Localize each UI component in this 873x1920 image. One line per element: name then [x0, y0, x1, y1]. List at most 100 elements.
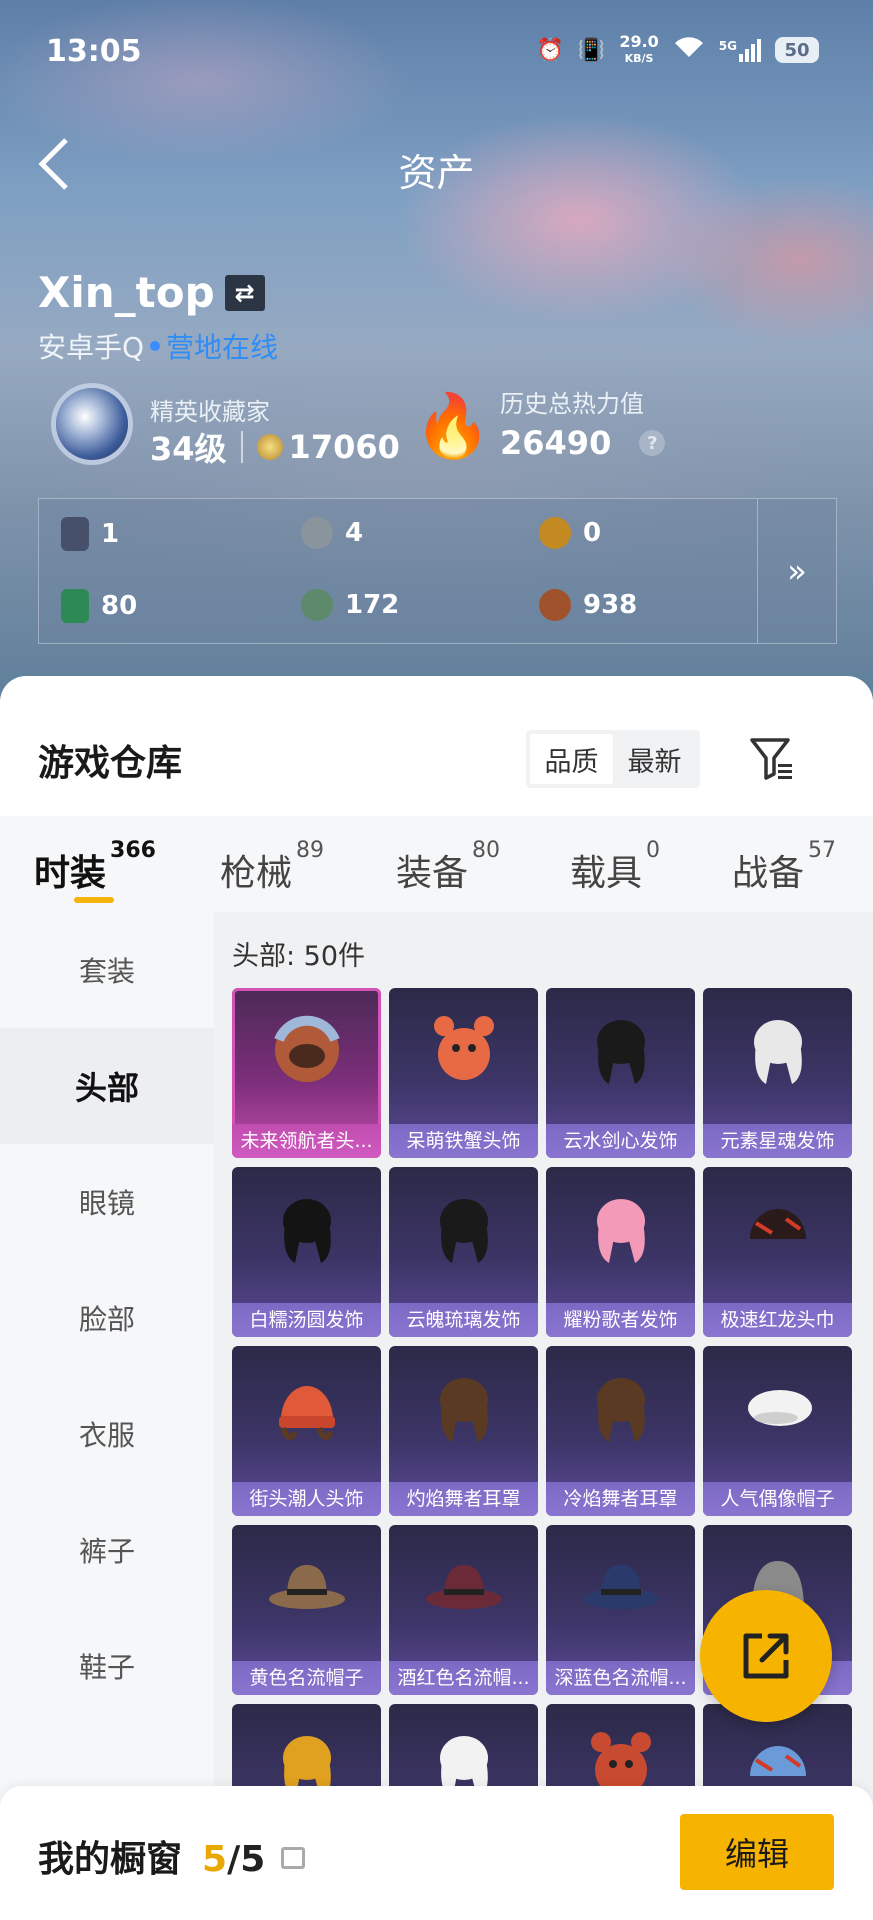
tab-fashion[interactable]: 时装366 — [34, 838, 156, 896]
item-name: 人气偶像帽子 — [703, 1482, 852, 1516]
item-card[interactable]: 冷焰舞者耳罩 — [546, 1346, 695, 1516]
item-card[interactable]: 人气偶像帽子 — [703, 1346, 852, 1516]
sort-option-latest[interactable]: 最新 — [613, 734, 696, 784]
sidebar-item-glasses[interactable]: 眼镜 — [0, 1144, 214, 1260]
status-time: 13:05 — [46, 34, 142, 69]
online-dot — [150, 341, 161, 351]
item-card[interactable]: 深蓝色名流帽... — [546, 1525, 695, 1695]
sort-toggle: 品质 最新 — [526, 730, 700, 788]
edit-button[interactable]: 编辑 — [680, 1814, 834, 1890]
stat-item: 172 — [301, 589, 399, 621]
help-icon[interactable]: ? — [639, 430, 666, 456]
tab-weapons[interactable]: 枪械89 — [220, 838, 324, 896]
item-card[interactable]: 灼焰舞者耳罩 — [389, 1346, 538, 1516]
signal-icon: 5G — [719, 38, 761, 62]
item-card[interactable]: 云水剑心发饰 — [546, 988, 695, 1158]
account-subline: 安卓手Q 营地在线 — [38, 331, 279, 364]
item-thumbnail — [268, 1565, 345, 1609]
item-thumbnail — [596, 1378, 645, 1442]
rank-value: 34级 17060 — [150, 428, 400, 468]
sort-option-quality[interactable]: 品质 — [530, 734, 613, 784]
sidebar-item-head[interactable]: 头部 — [0, 1028, 214, 1144]
lock-icon — [281, 1847, 306, 1869]
item-card[interactable]: 白糯汤圆发饰 — [232, 1167, 381, 1337]
showcase-count: 5/5 — [202, 1839, 306, 1880]
item-name: 灼焰舞者耳罩 — [389, 1482, 538, 1516]
item-card[interactable]: 黄色名流帽子 — [232, 1525, 381, 1695]
flame-icon: 🔥 — [414, 389, 492, 462]
stat-item: 0 — [539, 517, 601, 549]
item-thumbnail — [596, 1020, 645, 1084]
item-thumbnail — [425, 1565, 502, 1609]
item-count: 头部: 50件 — [232, 941, 366, 972]
item-card[interactable]: 呆萌铁蟹头饰 — [389, 988, 538, 1158]
wifi-icon — [673, 35, 705, 65]
item-name: 街头潮人头饰 — [232, 1482, 381, 1516]
item-thumbnail — [439, 1378, 488, 1442]
item-thumbnail — [747, 1390, 812, 1426]
item-card[interactable]: 元素星魂发饰 — [703, 988, 852, 1158]
green-card-icon — [61, 589, 89, 623]
item-thumbnail — [582, 1565, 659, 1609]
warehouse-sheet: 游戏仓库 品质 最新 时装366 枪械89 装备80 载具0 战备57 套装 头… — [0, 676, 873, 1920]
vibrate-icon: 📳 — [577, 37, 606, 63]
item-thumbnail — [433, 1016, 494, 1080]
tab-vehicles[interactable]: 载具0 — [570, 838, 660, 896]
active-tab-indicator — [74, 897, 114, 903]
item-card[interactable]: 未来领航者头... — [232, 988, 381, 1158]
username: Xin_top ⇄ — [38, 268, 265, 317]
warehouse-title: 游戏仓库 — [38, 743, 183, 784]
page-title: 资产 — [398, 151, 475, 195]
item-name: 云水剑心发饰 — [546, 1124, 695, 1158]
share-button[interactable] — [700, 1590, 832, 1722]
card-icon — [61, 517, 89, 551]
category-sidebar: 套装 头部 眼镜 脸部 衣服 裤子 鞋子 — [0, 912, 214, 1920]
sidebar-item-pants[interactable]: 裤子 — [0, 1492, 214, 1608]
sidebar-item-face[interactable]: 脸部 — [0, 1260, 214, 1376]
item-card[interactable]: 极速红龙头巾 — [703, 1167, 852, 1337]
sidebar-item-shoes[interactable]: 鞋子 — [0, 1608, 214, 1724]
item-thumbnail — [273, 1015, 340, 1082]
category-tabs: 时装366 枪械89 装备80 载具0 战备57 — [0, 816, 873, 912]
points-coin-icon — [256, 434, 283, 460]
battery-icon: 50 — [775, 37, 819, 63]
tab-combat-gear[interactable]: 战备57 — [732, 838, 836, 896]
stat-item: 1 — [61, 517, 119, 551]
item-name: 元素星魂发饰 — [703, 1124, 852, 1158]
item-name: 黄色名流帽子 — [232, 1661, 381, 1695]
item-card[interactable]: 耀粉歌者发饰 — [546, 1167, 695, 1337]
showcase-label: 我的橱窗 5/5 — [38, 1830, 306, 1882]
item-name: 冷焰舞者耳罩 — [546, 1482, 695, 1516]
sidebar-item-outfit[interactable]: 套装 — [0, 912, 214, 1028]
rank-label: 精英收藏家 — [150, 398, 270, 426]
item-grid: 未来领航者头... 呆萌铁蟹头饰 云水剑心发饰 元素星魂发饰白糯汤圆发饰 云魄琉璃发饰耀… — [232, 988, 872, 1874]
item-name: 呆萌铁蟹头饰 — [389, 1124, 538, 1158]
green-coin-icon — [301, 589, 333, 621]
item-thumbnail — [596, 1199, 645, 1263]
profile-hero: 13:05 ⏰ 📳 29.0 KB/S 5G 50 资产 Xin_top ⇄ 安… — [0, 0, 873, 700]
filter-icon[interactable] — [746, 732, 798, 784]
item-card[interactable]: 街头潮人头饰 — [232, 1346, 381, 1516]
silver-coin-icon — [301, 517, 333, 549]
collector-medal-icon — [56, 388, 128, 460]
item-card[interactable]: 云魄琉璃发饰 — [389, 1167, 538, 1337]
more-chevron-icon[interactable]: » — [757, 499, 836, 643]
item-thumbnail — [278, 1386, 335, 1441]
item-name: 白糯汤圆发饰 — [232, 1303, 381, 1337]
item-name: 极速红龙头巾 — [703, 1303, 852, 1337]
item-name: 酒红色名流帽... — [389, 1661, 538, 1695]
item-thumbnail — [282, 1199, 331, 1263]
tab-equipment[interactable]: 装备80 — [396, 838, 500, 896]
currency-panel[interactable]: 1 4 0 80 172 938 » — [38, 498, 837, 644]
bronze-coin-icon — [539, 589, 571, 621]
swap-account-icon[interactable]: ⇄ — [224, 274, 265, 311]
item-grid-area: 头部: 50件 未来领航者头... 呆萌铁蟹头饰 云水剑心发饰 元素星魂发饰白糯汤圆发… — [214, 912, 873, 1920]
status-bar: 13:05 ⏰ 📳 29.0 KB/S 5G 50 — [0, 26, 873, 76]
share-icon — [743, 1633, 789, 1679]
net-speed: 29.0 KB/S — [619, 32, 659, 66]
item-card[interactable]: 酒红色名流帽... — [389, 1525, 538, 1695]
heat-label: 历史总热力值 — [500, 390, 644, 418]
sidebar-item-clothes[interactable]: 衣服 — [0, 1376, 214, 1492]
heat-value: 26490 ? — [500, 424, 666, 462]
item-thumbnail — [749, 1209, 806, 1239]
